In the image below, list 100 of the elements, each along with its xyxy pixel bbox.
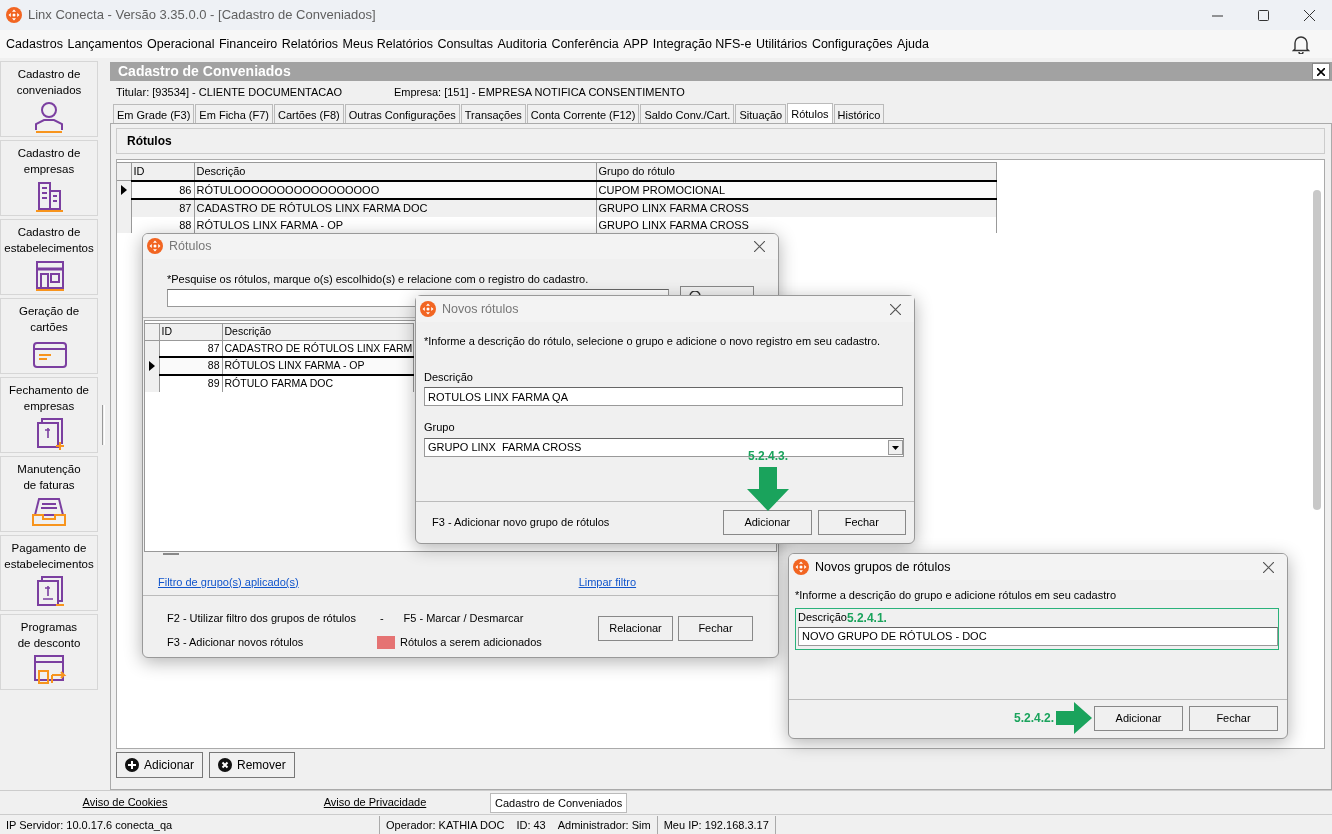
menu-item[interactable]: Integração NFS-e (652, 34, 752, 54)
dialog-title: Novos grupos de rótulos (815, 558, 951, 576)
column-header[interactable]: ID (131, 162, 194, 181)
menu-item[interactable]: Ajuda (897, 34, 929, 54)
field-label: Grupo (424, 420, 456, 435)
app-logo-icon (6, 7, 22, 23)
status-text: Meu IP: 192.168.3.17 (657, 815, 776, 834)
menu-item[interactable]: Auditoria (497, 34, 547, 54)
dialog-button[interactable]: Fechar (1189, 705, 1278, 731)
search-icon (689, 291, 701, 297)
table-cell: 86 (131, 180, 194, 199)
table-row[interactable]: 89 RÓTULO FARMA DOC (145, 375, 413, 392)
right-arrow-icon (1056, 702, 1092, 734)
hint-text: F2 - Utilizar filtro dos grupos de rótulos (167, 610, 356, 626)
remove-icon (218, 758, 233, 772)
step-label: 5.2.4.1. (846, 609, 887, 627)
column-header[interactable]: ID (159, 323, 222, 341)
instruction-text: *Pesquise os rótulos, marque o(s) escolhido(s) e relacione com o registro do cadastro. (167, 271, 590, 287)
dialog-title: Rótulos (169, 237, 212, 255)
dialog-button[interactable]: Fechar (678, 615, 753, 641)
remove-button[interactable]: Remover (209, 752, 295, 778)
hint-text: F3 - Adicionar novo grupo de rótulos (432, 514, 611, 530)
hint-text: F3 - Adicionar novos rótulos (167, 635, 305, 651)
empresa-text: Empresa: [151] - EMPRESA NOTIFICA CONSENTIMENTO (394, 84, 685, 100)
sidebar-item[interactable]: Cadastro de estabelecimentos (0, 219, 98, 295)
table-row[interactable]: 86 RÓTULOOOOOOOOOOOOOOOOO CUPOM PROMOCIONAL (117, 180, 996, 199)
splitter-grip[interactable] (102, 405, 105, 445)
column-header[interactable]: Descrição (222, 323, 413, 341)
dialog-button[interactable]: Adicionar (1094, 705, 1183, 731)
table-row[interactable]: 87 CADASTRO DE RÓTULOS LINX FARMA DOC GRUPO LINX FARMA CROSS (117, 199, 996, 217)
sidebar-item[interactable]: Cadastro de conveniados (0, 61, 98, 137)
scrollbar-thumb[interactable] (163, 552, 179, 555)
table-cell: RÓTULOS LINX FARMA - OP (222, 357, 413, 376)
tab[interactable]: Em Grade (F3) (113, 104, 195, 123)
add-button[interactable]: Adicionar (116, 752, 204, 778)
table-cell: 89 (159, 375, 222, 392)
tab[interactable]: Saldo Conv./Cart. (640, 104, 735, 123)
row-pointer-icon (121, 185, 127, 195)
menu-item[interactable]: Meus Relatórios (342, 34, 433, 54)
tab[interactable]: Situação (735, 104, 787, 123)
menu-item[interactable]: Conferência (551, 34, 619, 54)
sidebar-item[interactable]: Fechamento de empresas (0, 377, 98, 453)
menu-item[interactable]: Lançamentos (67, 34, 143, 54)
sidebar-item[interactable]: Manutenção de faturas (0, 456, 98, 532)
menu-item[interactable]: Relatórios (281, 34, 339, 54)
scrollbar-thumb[interactable] (1313, 190, 1321, 510)
sidebar-item[interactable]: Programas de desconto (0, 614, 98, 690)
link[interactable]: Filtro de grupo(s) aplicado(s) (158, 573, 299, 595)
close-icon (1317, 68, 1325, 77)
dialog-button[interactable]: Fechar (817, 509, 906, 535)
column-header[interactable]: Descrição (194, 162, 596, 181)
sidebar-item[interactable]: Pagamento de estabelecimentos (0, 535, 98, 611)
menu-item[interactable]: Configurações (811, 34, 893, 54)
add-icon (125, 758, 139, 772)
column-header[interactable]: Grupo do rótulo (596, 162, 996, 181)
form-title: Cadastro de Conveniados (118, 62, 291, 81)
menu-item[interactable]: Utilitários (755, 34, 808, 54)
titular-text: Titular: [93534] - CLIENTE DOCUMENTACAO (116, 84, 344, 100)
separator-text: - (379, 610, 384, 626)
panel-title: Rótulos (127, 133, 172, 150)
tab[interactable]: Em Ficha (F7) (195, 104, 274, 123)
link[interactable]: Aviso de Cookies (60, 793, 190, 813)
window-title: Linx Conecta - Versão 3.35.0.0 - [Cadastro de Conveniados] (28, 6, 376, 25)
tab[interactable]: Cartões (F8) (274, 104, 344, 123)
link[interactable]: Limpar filtro (578, 573, 637, 595)
bell-icon[interactable] (1292, 34, 1310, 54)
dialog-button[interactable]: Relacionar (598, 615, 673, 641)
status-text: ID: 43 (515, 817, 547, 833)
table-cell: 88 (159, 357, 222, 376)
text-field[interactable]: ROTULOS LINX FARMA QA (424, 387, 903, 406)
menu-item[interactable]: Financeiro (218, 34, 278, 54)
link[interactable]: Aviso de Privacidade (300, 793, 450, 813)
app-logo-icon (793, 559, 809, 575)
sidebar-item[interactable]: Geração de cartões (0, 298, 98, 374)
instruction-text: *Informe a descrição do grupo e adicione rótulos em seu cadastro (795, 588, 1117, 603)
app-logo-icon (420, 301, 436, 317)
tab[interactable]: Cadastro de Conveniados (490, 793, 628, 813)
dialog-title: Novos rótulos (442, 300, 519, 318)
close-button[interactable] (1312, 63, 1330, 80)
maximize-icon (1257, 9, 1269, 21)
tab[interactable]: Conta Corrente (F12) (526, 104, 640, 123)
field-label: Descrição (424, 369, 474, 385)
tab[interactable]: Histórico (833, 104, 885, 123)
tab[interactable]: Transações (460, 104, 526, 123)
close-icon (889, 303, 901, 315)
menu-item[interactable]: Operacional (147, 34, 215, 54)
menu-item[interactable]: Cadastros (6, 34, 63, 54)
sidebar-item[interactable]: Cadastro de empresas (0, 140, 98, 216)
close-icon (1262, 561, 1274, 573)
text-field[interactable]: NOVO GRUPO DE RÓTULOS - DOC (798, 626, 1278, 646)
tab[interactable]: Outras Configurações (344, 104, 460, 123)
row-pointer-icon (149, 361, 155, 372)
close-icon (753, 240, 765, 252)
status-text: Administrador: Sim (551, 815, 658, 834)
table-row[interactable]: 88 RÓTULOS LINX FARMA - OP (145, 357, 413, 376)
menu-item[interactable]: Consultas (437, 34, 494, 54)
tab[interactable]: Rótulos (787, 103, 833, 123)
dialog-button[interactable]: Adicionar (723, 509, 812, 535)
down-arrow-icon (746, 466, 790, 511)
menu-item[interactable]: APP (623, 34, 649, 54)
